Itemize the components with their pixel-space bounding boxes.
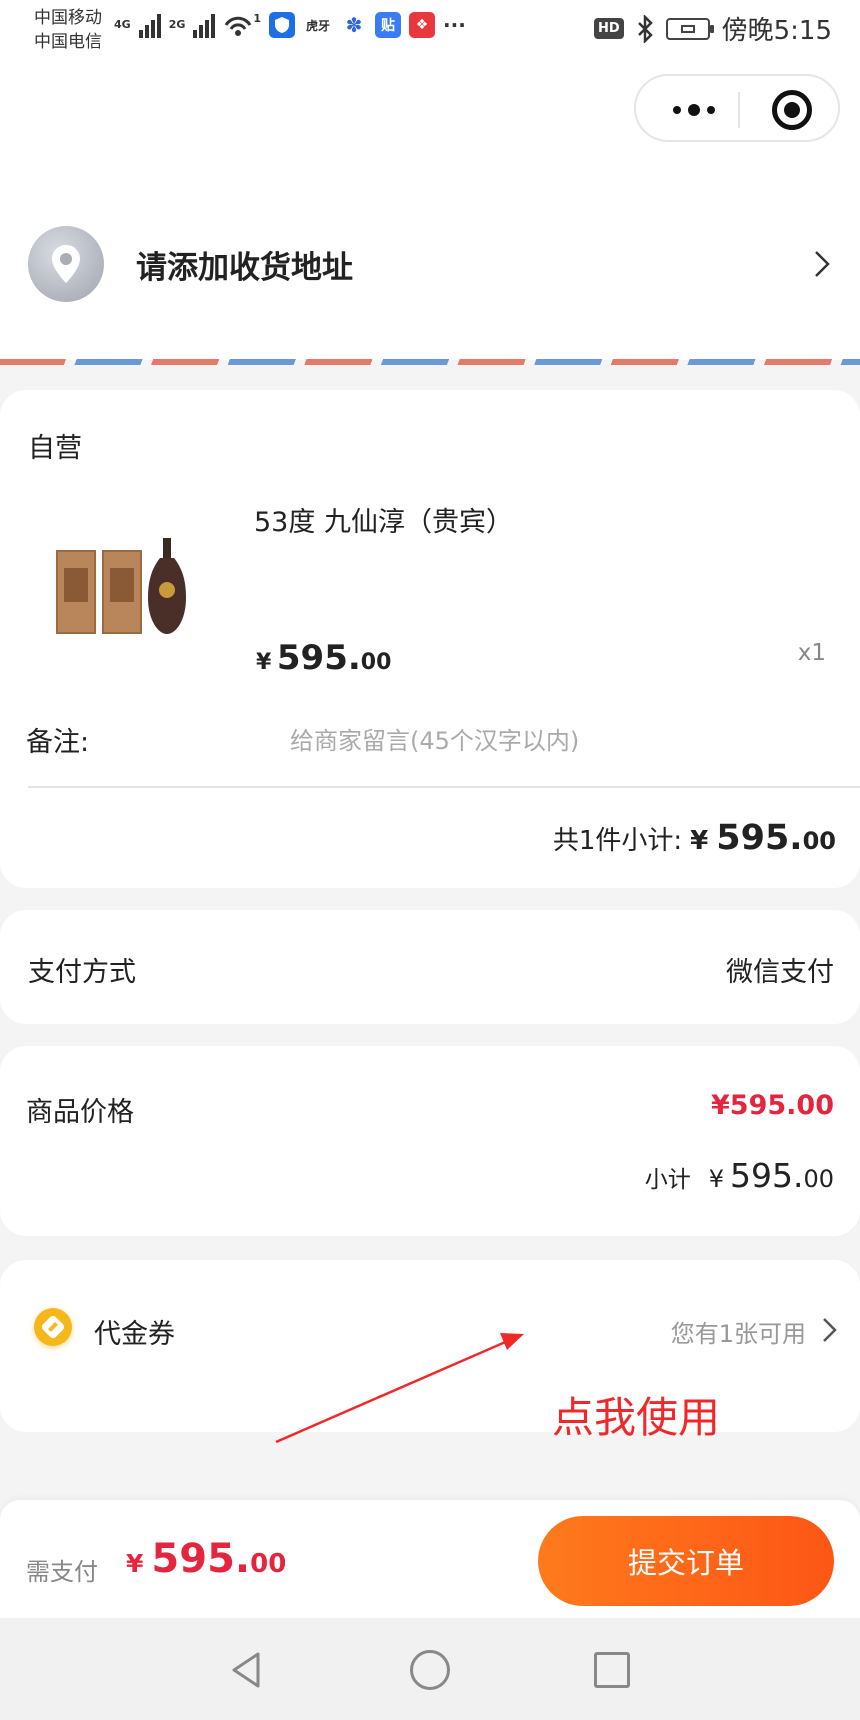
recent-apps-icon[interactable] [594,1652,630,1688]
currency: ¥ [126,1549,144,1578]
total-amount: ¥ 595. 00 [126,1536,286,1582]
home-icon[interactable] [410,1650,450,1690]
annotation-arrow [275,1333,524,1444]
back-icon[interactable] [228,1650,264,1690]
total-dec: 00 [250,1549,287,1579]
total-int: 595. [151,1536,251,1582]
need-pay-label: 需支付 [26,1558,98,1586]
annotation-text: 点我使用 [552,1393,721,1442]
submit-order-button[interactable]: 提交订单 [538,1516,834,1606]
